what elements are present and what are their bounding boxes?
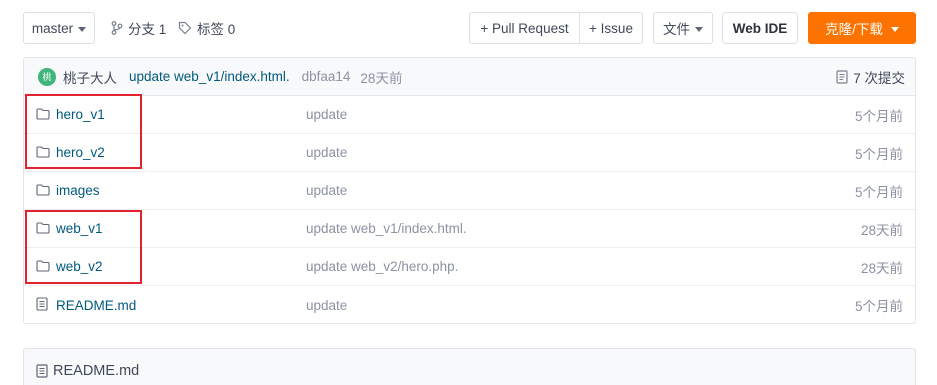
- file-commit-message[interactable]: update web_v1/index.html.: [306, 221, 467, 236]
- readme-header: README.md: [36, 363, 139, 379]
- branches-link[interactable]: 分支 1: [111, 12, 166, 44]
- file-commit-message[interactable]: update web_v2/hero.php.: [306, 259, 458, 274]
- tags-link[interactable]: 标签 0: [178, 12, 235, 44]
- branch-name: master: [31, 20, 74, 36]
- new-pull-request-button[interactable]: + Pull Request: [470, 13, 580, 43]
- file-row[interactable]: README.md update 5个月前: [24, 286, 915, 323]
- file-name-link[interactable]: README.md: [56, 298, 136, 313]
- file-commit-time: 5个月前: [854, 184, 903, 200]
- file-commit-message[interactable]: update: [306, 183, 347, 198]
- file-row[interactable]: web_v2 update web_v2/hero.php. 28天前: [24, 248, 915, 286]
- file-name-link[interactable]: images: [56, 183, 100, 198]
- file-list: 桃 桃子大人 update web_v1/index.html. dbfaa14…: [23, 57, 916, 324]
- file-row[interactable]: web_v1 update web_v1/index.html. 28天前: [24, 210, 915, 248]
- commit-count-link[interactable]: 7 次提交: [836, 58, 905, 96]
- branch-icon: [111, 21, 123, 35]
- chevron-down-icon: [695, 26, 703, 32]
- new-issue-button[interactable]: + Issue: [580, 13, 642, 43]
- tags-count: 标签 0: [197, 22, 236, 37]
- commit-author[interactable]: 桃子大人: [63, 67, 117, 87]
- file-row[interactable]: hero_v2 update 5个月前: [24, 134, 915, 172]
- avatar[interactable]: 桃: [38, 67, 56, 86]
- pr-issue-group: + Pull Request + Issue: [469, 12, 643, 44]
- commit-count-label: 7 次提交: [853, 71, 905, 86]
- file-row[interactable]: hero_v1 update 5个月前: [24, 96, 915, 134]
- commit-time: 28天前: [360, 70, 403, 86]
- file-row[interactable]: images update 5个月前: [24, 172, 915, 210]
- file-commit-message[interactable]: update: [306, 145, 347, 160]
- clone-label: 克隆/下载: [825, 22, 883, 37]
- commits-icon: [836, 70, 848, 84]
- commit-hash[interactable]: dbfaa14: [302, 69, 351, 84]
- file-commit-time: 5个月前: [854, 299, 903, 314]
- folder-icon: [36, 184, 50, 199]
- file-icon: [36, 297, 48, 314]
- file-commit-time: 5个月前: [854, 146, 903, 162]
- chevron-down-icon: [78, 26, 87, 32]
- web-ide-button[interactable]: Web IDE: [722, 12, 798, 44]
- file-commit-message[interactable]: update: [306, 298, 347, 313]
- readme-panel: README.md: [23, 348, 916, 385]
- latest-commit-bar: 桃 桃子大人 update web_v1/index.html. dbfaa14…: [24, 58, 915, 96]
- file-commit-time: 5个月前: [854, 108, 903, 124]
- readme-title: README.md: [53, 363, 140, 379]
- file-commit-time: 28天前: [860, 222, 903, 238]
- file-menu-button[interactable]: 文件: [653, 12, 713, 44]
- annotation-highlight-box: [25, 210, 142, 284]
- branch-selector[interactable]: master: [23, 12, 95, 44]
- file-icon: [36, 364, 48, 378]
- tag-icon: [178, 21, 192, 35]
- chevron-down-icon: [890, 26, 899, 32]
- branches-count: 分支 1: [128, 22, 167, 37]
- commit-message-link[interactable]: update web_v1/index.html.: [129, 69, 290, 84]
- file-commit-message[interactable]: update: [306, 107, 347, 122]
- file-menu-label: 文件: [663, 22, 690, 37]
- file-commit-time: 28天前: [860, 260, 903, 276]
- clone-download-button[interactable]: 克隆/下载: [808, 12, 916, 44]
- annotation-highlight-box: [25, 94, 142, 169]
